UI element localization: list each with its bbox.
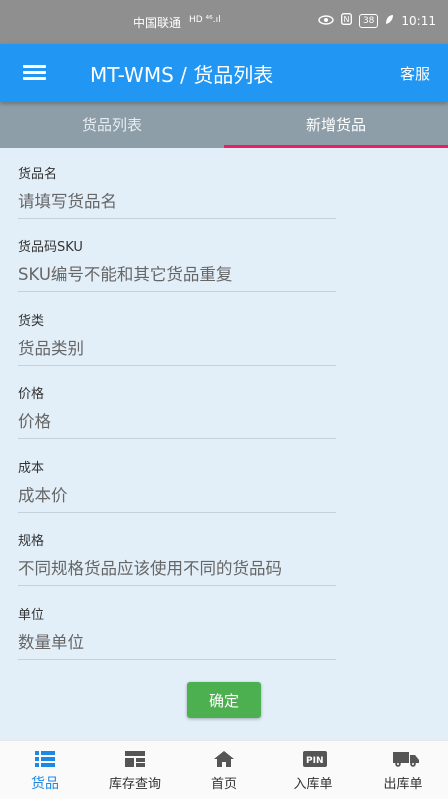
page-title: MT-WMS / 货品列表 xyxy=(90,63,274,87)
nav-label-outbound: 出库单 xyxy=(383,777,423,792)
customer-service-button[interactable]: 客服 xyxy=(400,63,430,84)
price-label: 价格 xyxy=(18,387,45,402)
clock-time: 10:11 xyxy=(401,13,436,28)
pin-icon: PIN xyxy=(303,751,327,767)
category-input[interactable] xyxy=(18,332,336,366)
spec-input[interactable] xyxy=(18,552,336,586)
unit-label: 单位 xyxy=(18,608,45,623)
nfc-icon: N xyxy=(341,13,352,28)
active-tab-indicator xyxy=(224,145,448,148)
leaf-icon xyxy=(385,14,394,28)
list-icon xyxy=(35,751,55,767)
cost-input[interactable] xyxy=(18,479,336,513)
app-bar: MT-WMS / 货品列表 客服 xyxy=(0,44,448,102)
menu-button[interactable] xyxy=(18,62,52,86)
home-icon xyxy=(214,751,234,767)
svg-text:PIN: PIN xyxy=(306,756,323,766)
nav-item-inventory[interactable]: 库存查询 xyxy=(90,741,180,799)
nav-item-home[interactable]: 首页 xyxy=(179,741,269,799)
eye-icon xyxy=(318,14,334,28)
nav-label-home: 首页 xyxy=(210,777,237,792)
confirm-button[interactable]: 确定 xyxy=(187,682,261,718)
hamburger-icon-line xyxy=(23,77,46,80)
nav-item-goods[interactable]: 货品 xyxy=(0,741,90,799)
svg-text:N: N xyxy=(343,15,349,24)
battery-indicator: 38 xyxy=(358,13,379,28)
carrier-name: 中国联通 xyxy=(133,16,182,30)
unit-input[interactable] xyxy=(18,626,336,660)
tab-bar: 货品列表 新增货品 xyxy=(0,102,448,148)
goods-name-label: 货品名 xyxy=(18,167,58,182)
nav-label-goods: 货品 xyxy=(31,776,59,792)
nav-label-inbound: 入库单 xyxy=(293,777,333,792)
hamburger-icon xyxy=(23,65,46,68)
status-icons: N 38 10:11 xyxy=(318,13,436,28)
nav-label-inventory: 库存查询 xyxy=(108,777,161,792)
truck-icon xyxy=(393,751,419,767)
tab-goods-list[interactable]: 货品列表 xyxy=(0,102,224,148)
grid-icon xyxy=(125,751,145,767)
category-label: 货类 xyxy=(18,314,45,329)
status-bar: 中国联通 HD ⁴⁶.ıl N 38 10:11 xyxy=(0,0,448,44)
spec-label: 规格 xyxy=(18,534,45,549)
network-indicator: HD ⁴⁶.ıl xyxy=(189,15,221,25)
cost-label: 成本 xyxy=(18,461,45,476)
sku-input[interactable] xyxy=(18,258,336,292)
price-input[interactable] xyxy=(18,405,336,439)
sku-label: 货品码SKU xyxy=(18,240,83,255)
goods-name-input[interactable] xyxy=(18,185,336,219)
hamburger-icon-line xyxy=(23,71,46,74)
nav-item-inbound[interactable]: PIN 入库单 xyxy=(268,741,358,799)
tab-add-goods[interactable]: 新增货品 xyxy=(224,102,448,148)
nav-item-outbound[interactable]: 出库单 xyxy=(358,741,448,799)
bottom-nav: 货品 库存查询 首页 PIN 入库单 出库单 xyxy=(0,740,448,799)
